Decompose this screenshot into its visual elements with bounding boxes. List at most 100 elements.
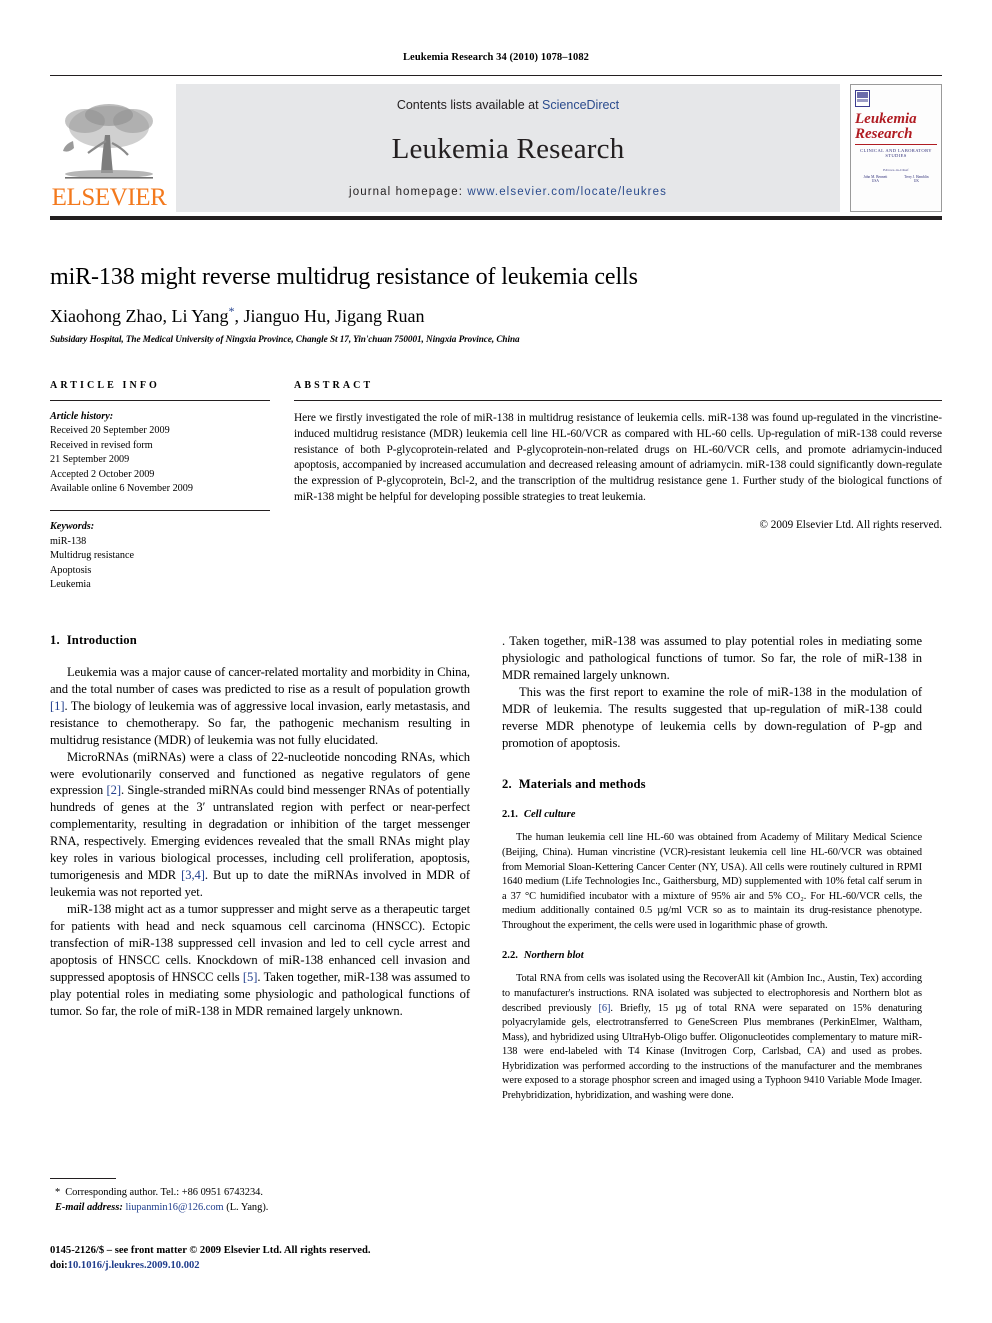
author-list: Xiaohong Zhao, Li Yang*, Jianguo Hu, Jig… bbox=[50, 304, 942, 327]
corresponding-author-text: Corresponding author. Tel.: +86 0951 674… bbox=[65, 1187, 263, 1198]
imprint-block: 0145-2126/$ – see front matter © 2009 El… bbox=[50, 1243, 480, 1274]
footnote-marker: * bbox=[55, 1187, 61, 1198]
paragraph: This was the first report to examine the… bbox=[502, 684, 922, 752]
citation-ref[interactable]: [6] bbox=[599, 1003, 611, 1014]
cover-subtitle: CLINICAL AND LABORATORY STUDIES bbox=[860, 147, 932, 158]
section-number: 2. bbox=[502, 777, 512, 792]
cover-editors: John M. Bennett USA Terry J. Hamblin UK bbox=[855, 175, 937, 183]
email-note: E-mail address: liupanmin16@126.com (L. … bbox=[50, 1201, 470, 1216]
cover-editor2-name: Terry J. Hamblin bbox=[904, 174, 929, 179]
keyword-item: miR-138 bbox=[50, 535, 87, 547]
doi-line: doi:10.1016/j.leukres.2009.10.002 bbox=[50, 1258, 480, 1273]
doi-label: doi: bbox=[50, 1260, 68, 1272]
journal-homepage-line: journal homepage: www.elsevier.com/locat… bbox=[349, 186, 667, 198]
journal-masthead: ELSEVIER Contents lists available at Sci… bbox=[50, 75, 942, 212]
paragraph-continuation: . Taken together, miR-138 was assumed to… bbox=[502, 633, 922, 684]
keyword-item: Apoptosis bbox=[50, 564, 92, 576]
history-item: Available online 6 November 2009 bbox=[50, 482, 193, 494]
page-title: miR-138 might reverse multidrug resistan… bbox=[50, 264, 638, 290]
homepage-prefix: journal homepage: bbox=[349, 186, 468, 198]
elsevier-logo: ELSEVIER bbox=[50, 84, 168, 212]
section-heading-introduction: 1. Introduction bbox=[50, 633, 470, 648]
subsection-number: 2.1. bbox=[502, 809, 518, 821]
article-info-rule bbox=[50, 399, 270, 401]
subsection-heading-cell-culture: 2.1. Cell culture bbox=[502, 809, 922, 820]
abstract-heading: ABSTRACT bbox=[294, 379, 374, 391]
email-label: E-mail address: bbox=[55, 1201, 123, 1213]
section-number: 1. bbox=[50, 632, 60, 647]
paragraph-text: Leukemia was a major cause of cancer-rel… bbox=[50, 664, 470, 696]
history-item: 21 September 2009 bbox=[50, 454, 130, 466]
authors-part1: Xiaohong Zhao, Li Yang bbox=[50, 305, 229, 326]
subsection-title: Cell culture bbox=[523, 809, 576, 821]
section-title: Introduction bbox=[66, 632, 137, 647]
journal-title: Leukemia Research bbox=[391, 132, 625, 165]
cover-title-line1: Leukemia bbox=[855, 111, 917, 127]
abstract-text: Here we firstly investigated the role of… bbox=[294, 411, 942, 504]
subsection-heading-northern-blot: 2.2. Northern blot bbox=[502, 950, 922, 961]
paragraph: The human leukemia cell line HL-60 was o… bbox=[502, 832, 922, 931]
abstract-copyright: © 2009 Elsevier Ltd. All rights reserved… bbox=[759, 519, 943, 532]
contents-prefix: Contents lists available at bbox=[396, 98, 543, 112]
section-heading-materials-methods: 2. Materials and methods bbox=[502, 777, 922, 792]
sciencedirect-link[interactable]: ScienceDirect bbox=[542, 98, 619, 112]
article-info-column: ARTICLE INFO Article history: Received 2… bbox=[50, 380, 288, 593]
keywords-block: Keywords: miR-138 Multidrug resistance A… bbox=[50, 520, 270, 592]
paragraph-text: This was the first report to examine the… bbox=[502, 684, 922, 750]
paragraph: Leukemia was a major cause of cancer-rel… bbox=[50, 664, 470, 749]
journal-cover-thumbnail: Leukemia Research CLINICAL AND LABORATOR… bbox=[850, 84, 942, 212]
paragraph-text: . The biology of leukemia was of aggress… bbox=[50, 698, 470, 747]
corresponding-author-note: * Corresponding author. Tel.: +86 0951 67… bbox=[50, 1186, 470, 1201]
history-item: Accepted 2 October 2009 bbox=[50, 468, 155, 480]
body-columns: 1. Introduction Leukemia was a major caus… bbox=[50, 633, 942, 1104]
journal-band: Contents lists available at ScienceDirec… bbox=[176, 84, 840, 212]
keyword-item: Leukemia bbox=[50, 579, 91, 591]
body-left-column: 1. Introduction Leukemia was a major caus… bbox=[50, 633, 470, 1104]
citation-ref[interactable]: [1] bbox=[50, 699, 65, 713]
title-block: miR-138 might reverse multidrug resistan… bbox=[50, 264, 942, 344]
article-history: Article history: Received 20 September 2… bbox=[50, 410, 270, 497]
cover-title-line2: Research bbox=[855, 126, 913, 143]
cover-title: Leukemia Research bbox=[855, 111, 937, 145]
paragraph: Total RNA from cells was isolated using … bbox=[502, 972, 922, 1103]
elsevier-wordmark: ELSEVIER bbox=[51, 184, 167, 211]
homepage-url-link[interactable]: www.elsevier.com/locate/leukres bbox=[467, 186, 667, 198]
elsevier-tree-icon bbox=[63, 104, 153, 179]
paragraph-text: . Taken together, miR-138 was assumed to… bbox=[502, 633, 922, 682]
citation-ref[interactable]: [3,4] bbox=[181, 868, 205, 882]
paragraph: miR-138 might act as a tumor suppresser … bbox=[50, 901, 470, 1020]
citation-ref[interactable]: [5] bbox=[243, 970, 258, 984]
paper-page: Leukemia Research 34 (2010) 1078–1082 EL… bbox=[0, 0, 992, 1323]
running-head: Leukemia Research 34 (2010) 1078–1082 bbox=[402, 52, 590, 63]
cover-editors-label: Editors-in-Chief bbox=[883, 167, 909, 172]
cover-editor1-name: John M. Bennett bbox=[863, 174, 888, 179]
subsection-title: Northern blot bbox=[523, 950, 584, 962]
abstract-column: ABSTRACT Here we firstly investigated th… bbox=[288, 380, 942, 593]
article-info-heading: ARTICLE INFO bbox=[50, 379, 160, 391]
cover-editor2-loc: UK bbox=[913, 178, 919, 183]
email-link[interactable]: liupanmin16@126.com bbox=[125, 1202, 223, 1213]
footnote-rule bbox=[50, 1178, 116, 1179]
history-item: Received in revised form bbox=[50, 439, 153, 451]
footnote-block: * Corresponding author. Tel.: +86 0951 67… bbox=[50, 1178, 470, 1216]
keyword-item: Multidrug resistance bbox=[50, 550, 135, 562]
body-right-column: . Taken together, miR-138 was assumed to… bbox=[502, 633, 922, 1104]
citation-ref[interactable]: [2] bbox=[107, 783, 122, 797]
cover-elsevier-mark-icon bbox=[855, 90, 870, 107]
contents-available-line: Contents lists available at ScienceDirec… bbox=[397, 98, 619, 112]
affiliation: Subsidary Hospital, The Medical Universi… bbox=[50, 333, 520, 344]
abstract-rule bbox=[294, 399, 942, 401]
subsection-number: 2.2. bbox=[502, 950, 518, 962]
issn-copyright-line: 0145-2126/$ – see front matter © 2009 El… bbox=[50, 1245, 371, 1256]
cover-editor1-loc: USA bbox=[871, 178, 879, 183]
history-item: Received 20 September 2009 bbox=[50, 425, 170, 437]
info-abstract-row: ARTICLE INFO Article history: Received 2… bbox=[50, 380, 942, 593]
article-history-label: Article history: bbox=[50, 410, 114, 422]
email-suffix: (L. Yang). bbox=[226, 1201, 269, 1213]
authors-part2: , Jianguo Hu, Jigang Ruan bbox=[234, 305, 425, 326]
paragraph: MicroRNAs (miRNAs) were a class of 22-nu… bbox=[50, 749, 470, 901]
doi-link[interactable]: 10.1016/j.leukres.2009.10.002 bbox=[68, 1260, 200, 1271]
paragraph-text: . Briefly, 15 µg of total RNA were separ… bbox=[502, 1002, 922, 1101]
section-title: Materials and methods bbox=[518, 777, 646, 792]
keywords-label: Keywords: bbox=[50, 521, 95, 533]
